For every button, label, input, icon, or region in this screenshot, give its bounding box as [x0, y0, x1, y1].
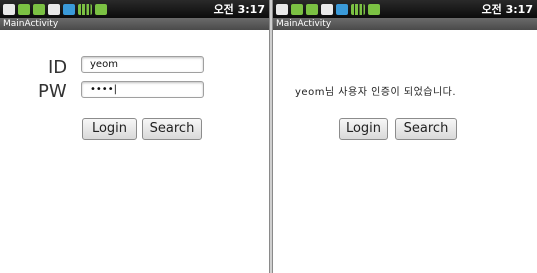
sync-icon	[336, 3, 348, 15]
auth-message: yeom님 사용자 인증이 되었습니다.	[295, 87, 457, 98]
search-button[interactable]: Search	[142, 118, 202, 140]
search-button[interactable]: Search	[395, 118, 457, 140]
login-button[interactable]: Login	[82, 118, 137, 140]
status-icons	[276, 2, 380, 16]
picture-icon	[306, 3, 318, 15]
battery-icon	[95, 3, 107, 15]
android-icon	[291, 3, 303, 15]
status-time: 오전 3:17	[213, 3, 265, 16]
usb-icon	[276, 3, 288, 15]
app-title: MainActivity	[3, 19, 59, 29]
pw-input[interactable]: ••••|	[81, 81, 204, 98]
android-icon	[18, 3, 30, 15]
sync-icon	[63, 3, 75, 15]
id-input[interactable]: yeom	[81, 56, 204, 73]
pw-label: PW	[38, 81, 67, 102]
status-bar: 오전 3:17	[0, 0, 269, 18]
status-icons	[3, 2, 107, 16]
login-screen: 오전 3:17 MainActivity ID yeom PW ••••| Lo…	[0, 0, 269, 273]
notification-icon	[321, 3, 333, 15]
signal-icon	[78, 3, 92, 15]
notification-icon	[48, 3, 60, 15]
title-bar: MainActivity	[0, 18, 269, 30]
status-bar: 오전 3:17	[273, 0, 537, 18]
result-screen: 오전 3:17 MainActivity yeom님 사용자 인증이 되었습니다…	[273, 0, 537, 273]
signal-icon	[351, 3, 365, 15]
title-bar: MainActivity	[273, 18, 537, 30]
picture-icon	[33, 3, 45, 15]
battery-icon	[368, 3, 380, 15]
id-label: ID	[48, 57, 68, 78]
login-button[interactable]: Login	[339, 118, 388, 140]
usb-icon	[3, 3, 15, 15]
app-title: MainActivity	[276, 19, 332, 29]
status-time: 오전 3:17	[481, 3, 533, 16]
